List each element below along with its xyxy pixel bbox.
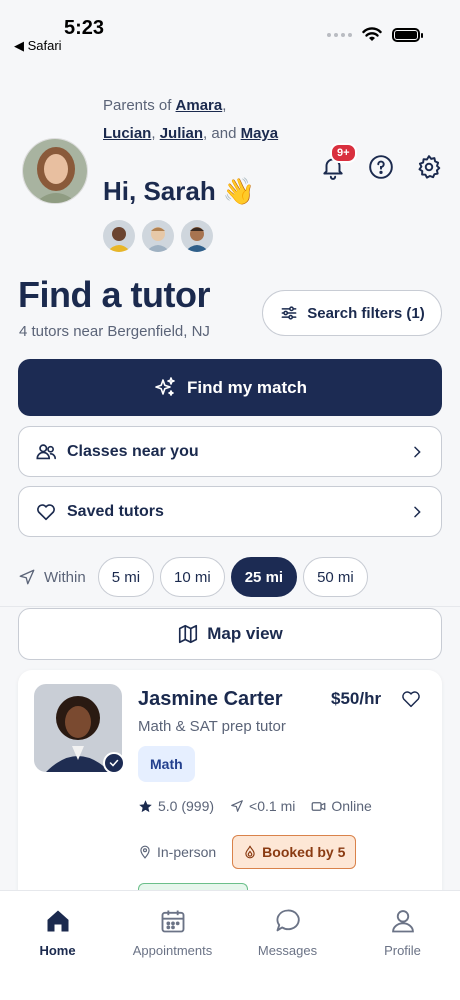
back-to-safari-link[interactable]: ◀ Safari <box>14 38 62 54</box>
map-view-button[interactable]: Map view <box>18 608 442 660</box>
verified-badge <box>103 752 125 774</box>
parents-of-text: Parents of Amara, Lucian, Julian, and Ma… <box>103 97 279 142</box>
parents-prefix: Parents of <box>103 97 172 114</box>
tab-messages[interactable]: Messages <box>230 891 345 1000</box>
booked-badge: Booked by 5 <box>232 835 357 869</box>
divider <box>0 606 460 607</box>
pin-icon <box>140 845 150 859</box>
calendar-icon <box>161 910 184 933</box>
tab-label: Home <box>39 943 76 958</box>
in-person: In-person <box>138 844 216 860</box>
home-icon <box>47 910 68 932</box>
tab-appointments[interactable]: Appointments <box>115 891 230 1000</box>
distance: <0.1 mi <box>230 798 295 814</box>
subject-tag: Math <box>138 746 195 782</box>
status-bar: 5:23 ◀ Safari <box>0 0 460 60</box>
and-word: and <box>211 125 237 142</box>
rating: 5.0 (999) <box>138 798 214 814</box>
notification-badge: 9+ <box>330 143 357 163</box>
tab-label: Appointments <box>132 943 213 958</box>
search-filters-label: Search filters (1) <box>307 304 425 322</box>
classes-near-you-label: Classes near you <box>67 442 199 460</box>
gear-icon <box>418 155 441 179</box>
within-label: Within <box>18 568 86 586</box>
kid-link-julian[interactable]: Julian <box>160 125 203 142</box>
status-time: 5:23 <box>64 17 105 39</box>
distance-text: <0.1 mi <box>249 798 296 814</box>
distance-chip-25[interactable]: 25 mi <box>230 557 298 597</box>
heart-icon <box>37 503 55 520</box>
kid-link-maya[interactable]: Maya <box>241 125 279 142</box>
tutor-count-subtitle: 4 tutors near Bergenfield, NJ <box>19 323 210 340</box>
person-icon <box>391 910 414 933</box>
star-icon <box>139 799 152 812</box>
wifi-icon <box>362 27 382 41</box>
chat-icon <box>276 909 300 932</box>
tab-profile[interactable]: Profile <box>345 891 460 1000</box>
notifications-button[interactable]: 9+ <box>320 143 357 180</box>
find-my-match-button[interactable]: Find my match <box>18 359 442 416</box>
battery-icon <box>392 27 423 42</box>
tutor-name: Jasmine Carter <box>138 688 283 710</box>
help-icon <box>369 155 393 179</box>
location-arrow-icon <box>231 800 243 812</box>
online-text: Online <box>331 798 372 814</box>
tab-home[interactable]: Home <box>0 891 115 1000</box>
map-icon <box>179 624 198 644</box>
tutor-rate: $50/hr <box>331 689 382 708</box>
people-icon <box>36 443 56 459</box>
checkmark-icon <box>109 759 119 767</box>
header-icons: 9+ <box>320 143 442 180</box>
signal-icon <box>327 32 352 37</box>
header: Parents of Amara, Lucian, Julian, and Ma… <box>22 92 442 262</box>
kid-avatars <box>103 220 213 252</box>
parent-avatar[interactable] <box>22 138 88 204</box>
kid-avatar[interactable] <box>181 220 213 252</box>
tab-label: Profile <box>384 943 421 958</box>
saved-tutors-label: Saved tutors <box>67 502 164 520</box>
in-person-text: In-person <box>157 844 217 860</box>
greeting: Hi, Sarah 👋 <box>103 176 256 206</box>
find-my-match-label: Find my match <box>187 377 307 397</box>
tab-label: Messages <box>257 943 318 958</box>
location-arrow-icon <box>19 569 35 585</box>
online: Online <box>311 798 372 814</box>
distance-chip-5[interactable]: 5 mi <box>97 557 155 597</box>
help-button[interactable] <box>368 154 394 180</box>
tutor-meta: 5.0 (999) <0.1 mi Online <box>138 798 372 814</box>
booked-text: Booked by 5 <box>262 844 346 860</box>
search-filters-button[interactable]: Search filters (1) <box>262 290 442 336</box>
tutor-description: Math & SAT prep tutor <box>138 718 286 735</box>
rating-text: 5.0 (999) <box>158 798 215 814</box>
chevron-right-icon <box>414 446 421 457</box>
save-tutor-button[interactable] <box>400 688 422 715</box>
page-title: Find a tutor <box>18 274 210 315</box>
within-text: Within <box>44 568 86 586</box>
status-icons <box>327 27 423 42</box>
tutor-meta-2: In-person Booked by 5 <box>138 835 357 869</box>
flame-icon <box>245 845 255 859</box>
heart-icon <box>402 691 420 708</box>
saved-tutors-button[interactable]: Saved tutors <box>18 486 442 537</box>
distance-chip-50[interactable]: 50 mi <box>303 557 368 597</box>
distance-chip-10[interactable]: 10 mi <box>160 557 225 597</box>
tab-bar: Home Appointments Messages Profile <box>0 890 460 1000</box>
kid-avatar[interactable] <box>103 220 135 252</box>
sliders-icon <box>281 306 297 320</box>
video-icon <box>311 801 326 811</box>
kid-link-amara[interactable]: Amara <box>176 97 223 114</box>
settings-button[interactable] <box>416 154 442 180</box>
classes-near-you-button[interactable]: Classes near you <box>18 426 442 477</box>
sparkles-icon <box>155 376 175 396</box>
kid-link-lucian[interactable]: Lucian <box>103 125 151 142</box>
map-view-label: Map view <box>207 624 283 643</box>
chevron-right-icon <box>414 506 421 517</box>
distance-filter: Within 5 mi 10 mi 25 mi 50 mi <box>18 557 368 597</box>
kid-avatar[interactable] <box>142 220 174 252</box>
